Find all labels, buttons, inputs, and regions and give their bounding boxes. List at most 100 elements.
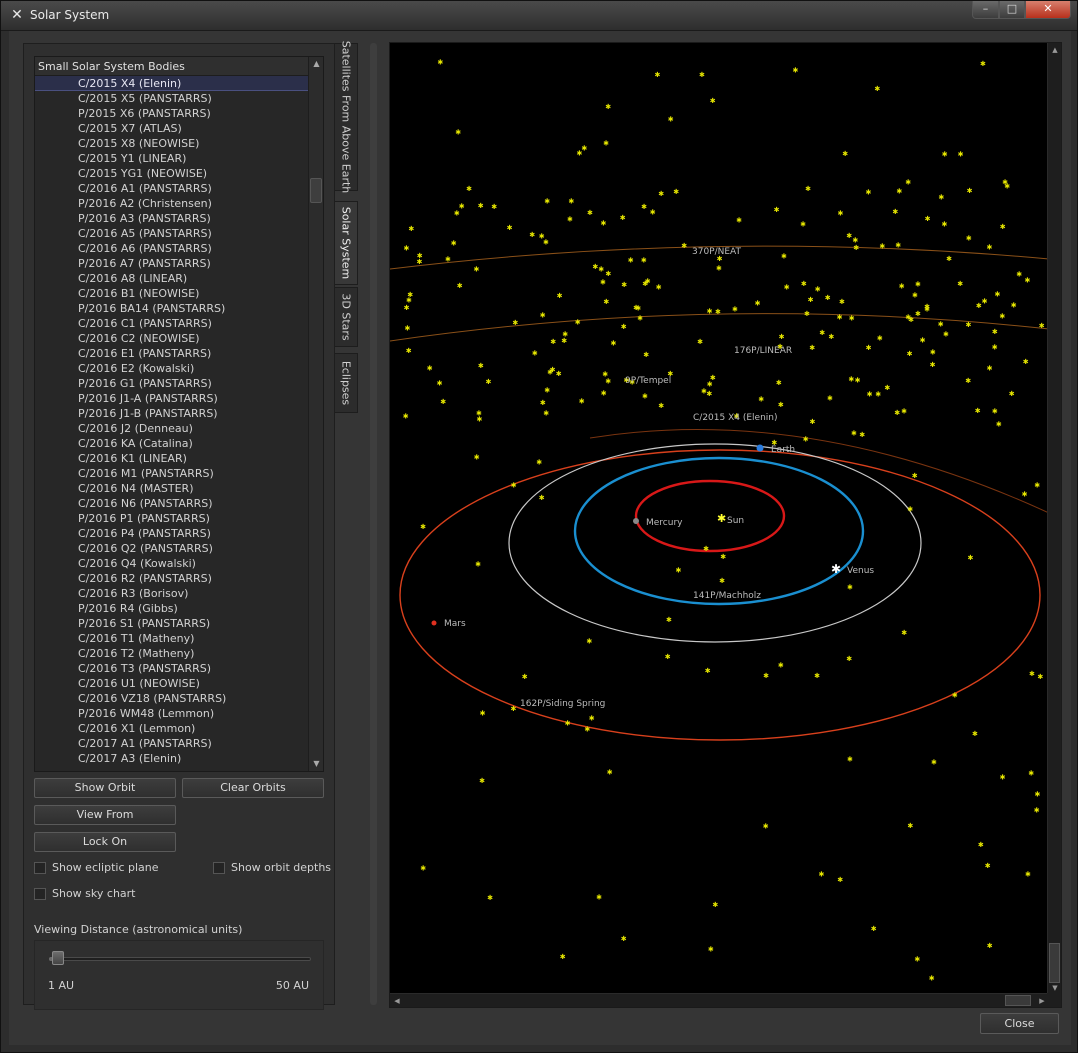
list-item[interactable]: C/2016 T2 (Matheny) [35,646,309,661]
asteroid-mark: ✱ [1016,270,1022,278]
list-item[interactable]: C/2016 P4 (PANSTARRS) [35,526,309,541]
list-item[interactable]: C/2016 N6 (PANSTARRS) [35,496,309,511]
asteroid-mark: ✱ [847,584,853,592]
bodies-list[interactable]: Small Solar System Bodies C/2015 X4 (Ele… [34,56,324,772]
list-item[interactable]: P/2016 A3 (PANSTARRS) [35,211,309,226]
list-item[interactable]: C/2016 T1 (Matheny) [35,631,309,646]
list-item[interactable]: C/2016 A6 (PANSTARRS) [35,241,309,256]
list-item[interactable]: C/2016 K1 (LINEAR) [35,451,309,466]
scroll-up-arrow-icon[interactable]: ▲ [1049,44,1061,56]
mercury-icon[interactable] [633,518,639,524]
list-item[interactable]: C/2016 R2 (PANSTARRS) [35,571,309,586]
list-item[interactable]: P/2016 WM48 (Lemmon) [35,706,309,721]
distance-slider-track[interactable] [49,957,311,961]
tab-eclipses[interactable]: Eclipses [335,353,358,413]
list-item[interactable]: C/2016 X1 (Lemmon) [35,721,309,736]
list-item[interactable]: C/2015 YG1 (NEOWISE) [35,166,309,181]
list-item[interactable]: C/2016 A1 (PANSTARRS) [35,181,309,196]
list-item[interactable]: P/2016 S1 (PANSTARRS) [35,616,309,631]
solar-system-view[interactable]: ✱ ✱ ✱ ✱ ✱ ✱ ✱ ✱ ✱ ✱ ✱ ✱ ✱ ✱ ✱ ✱ ✱ ✱ ✱ ✱ ✱ ✱ ✱ ✱ ✱ ✱ ✱ ✱ ✱ ✱ ✱ ✱ ✱ ✱ ✱ ✱ ✱ ✱ ✱ ✱… [389,42,1062,1008]
panel-splitter[interactable] [370,43,377,1005]
list-item[interactable]: P/2016 A7 (PANSTARRS) [35,256,309,271]
list-item[interactable]: C/2016 M1 (PANSTARRS) [35,466,309,481]
checkbox-box[interactable] [34,861,46,874]
asteroid-mark: ✱ [920,337,926,345]
asteroid-mark: ✱ [943,331,949,339]
tab-solar-system[interactable]: Solar System [335,201,358,285]
list-item[interactable]: C/2016 N4 (MASTER) [35,481,309,496]
show-orbit-button[interactable]: Show Orbit [34,778,176,798]
asteroid-mark: ✱ [874,85,880,93]
view-vscroll-thumb[interactable] [1049,943,1060,983]
list-item[interactable]: C/2016 J2 (Denneau) [35,421,309,436]
list-item[interactable]: C/2017 A1 (PANSTARRS) [35,736,309,751]
list-item[interactable]: C/2015 Y1 (LINEAR) [35,151,309,166]
list-item[interactable]: P/2016 A2 (Christensen) [35,196,309,211]
list-item[interactable]: C/2016 U1 (NEOWISE) [35,676,309,691]
ecliptic-plane-checkbox[interactable]: Show ecliptic plane [34,861,159,874]
list-item[interactable]: P/2016 J1-A (PANSTARRS) [35,391,309,406]
close-button[interactable]: Close [980,1013,1059,1034]
sky-chart-checkbox[interactable]: Show sky chart [34,887,136,900]
scroll-left-arrow-icon[interactable]: ◀ [391,995,403,1007]
close-window-button[interactable]: ✕ [1025,1,1071,19]
orbit-canvas[interactable]: ✱ ✱ ✱ ✱ ✱ ✱ ✱ ✱ ✱ ✱ ✱ ✱ ✱ ✱ ✱ ✱ ✱ ✱ ✱ ✱ ✱ ✱ ✱ ✱ ✱ ✱ ✱ ✱ ✱ ✱ ✱ ✱ ✱ ✱ ✱ ✱ ✱ ✱ ✱ ✱… [390,43,1049,995]
asteroid-mark: ✱ [895,242,901,250]
view-hscroll-thumb[interactable] [1005,995,1031,1006]
lock-on-button[interactable]: Lock On [34,832,176,852]
list-scrollbar[interactable]: ▲ ▼ [308,57,323,771]
list-item[interactable]: C/2015 X5 (PANSTARRS) [35,91,309,106]
clear-orbits-button[interactable]: Clear Orbits [182,778,324,798]
view-horizontal-scrollbar[interactable]: ◀ ▶ [390,993,1049,1007]
list-item[interactable]: C/2016 VZ18 (PANSTARRS) [35,691,309,706]
list-item[interactable]: C/2015 X8 (NEOWISE) [35,136,309,151]
list-item[interactable]: C/2016 B1 (NEOWISE) [35,286,309,301]
list-item[interactable]: C/2016 A5 (PANSTARRS) [35,226,309,241]
list-item[interactable]: P/2015 X6 (PANSTARRS) [35,106,309,121]
venus-icon[interactable]: ✱ [831,562,841,576]
checkbox-box[interactable] [213,861,225,874]
tab-satellites-from-above-earth[interactable]: Satellites From Above Earth [335,41,358,193]
list-scroll-thumb[interactable] [310,178,322,203]
list-item[interactable]: C/2016 Q2 (PANSTARRS) [35,541,309,556]
list-item[interactable]: C/2016 E2 (Kowalski) [35,361,309,376]
asteroid-mark: ✱ [996,421,1002,429]
scroll-up-arrow-icon[interactable]: ▲ [310,57,323,71]
orbit-depths-checkbox[interactable]: Show orbit depths [213,861,331,874]
viewing-distance-group: 1 AU 50 AU [34,940,324,1010]
asteroid-mark: ✱ [804,310,810,318]
list-item[interactable]: P/2016 G1 (PANSTARRS) [35,376,309,391]
list-item[interactable]: P/2016 P1 (PANSTARRS) [35,511,309,526]
checkbox-box[interactable] [34,887,46,900]
view-vertical-scrollbar[interactable]: ▲ ▼ [1047,43,1061,995]
list-item[interactable]: C/2016 Q4 (Kowalski) [35,556,309,571]
list-item[interactable]: C/2015 X4 (Elenin) [35,76,309,91]
list-item[interactable]: C/2016 KA (Catalina) [35,436,309,451]
tab-3d-stars[interactable]: 3D Stars [335,287,358,347]
mars-icon[interactable] [431,620,437,626]
list-item[interactable]: P/2016 R4 (Gibbs) [35,601,309,616]
asteroid-mark: ✱ [699,71,705,79]
list-item[interactable]: C/2016 T3 (PANSTARRS) [35,661,309,676]
list-item[interactable]: C/2016 R3 (Borisov) [35,586,309,601]
title-bar[interactable]: ✕ Solar System – □ ✕ [1,1,1077,31]
distance-slider-thumb[interactable] [52,951,65,965]
list-item[interactable]: C/2016 A8 (LINEAR) [35,271,309,286]
list-item[interactable]: C/2015 X7 (ATLAS) [35,121,309,136]
list-item[interactable]: C/2016 E1 (PANSTARRS) [35,346,309,361]
view-from-button[interactable]: View From [34,805,176,825]
list-item[interactable]: P/2016 BA14 (PANSTARRS) [35,301,309,316]
asteroid-mark: ✱ [907,822,913,830]
list-item[interactable]: C/2017 A3 (Elenin) [35,751,309,766]
earth-icon[interactable] [756,444,764,452]
asteroid-mark: ✱ [1025,871,1031,879]
window-title: Solar System [30,8,110,22]
scroll-down-arrow-icon[interactable]: ▼ [310,757,323,771]
asteroid-mark: ✱ [479,777,485,785]
list-item[interactable]: P/2016 J1-B (PANSTARRS) [35,406,309,421]
list-item[interactable]: C/2016 C1 (PANSTARRS) [35,316,309,331]
list-item[interactable]: C/2016 C2 (NEOWISE) [35,331,309,346]
maximize-button[interactable]: □ [999,1,1025,19]
minimize-button[interactable]: – [972,1,999,19]
asteroid-mark: ✱ [901,629,907,637]
